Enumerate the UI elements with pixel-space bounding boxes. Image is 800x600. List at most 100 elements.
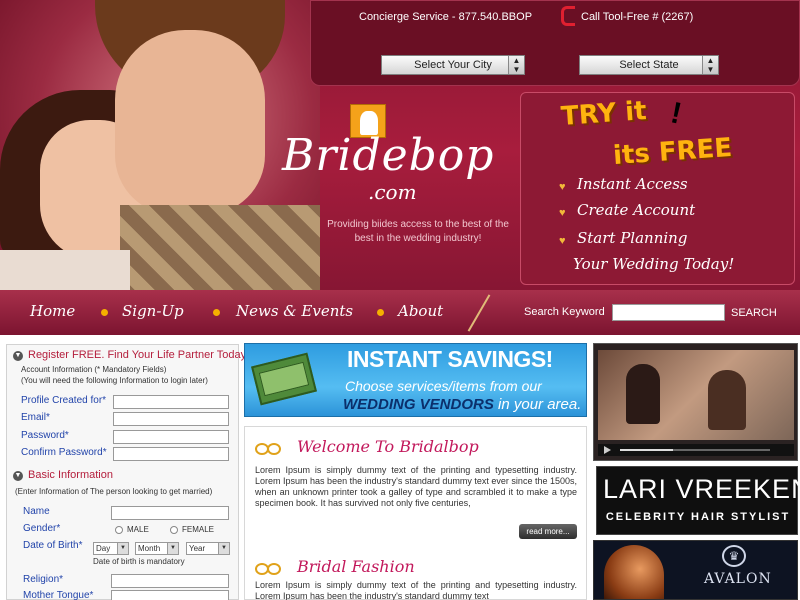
profile-created-label: Profile Created for* — [21, 395, 107, 406]
mother-tongue-field[interactable] — [111, 590, 229, 600]
gender-label: Gender* — [23, 523, 61, 534]
heart-bullet-icon: ♥ — [559, 207, 566, 219]
chevron-down-icon: ▼ — [218, 543, 229, 554]
promo-item: Create Account — [577, 201, 696, 219]
religion-label: Religion* — [23, 574, 64, 585]
banner-line-1: Choose services/items from our — [345, 378, 542, 394]
updown-arrow-icon: ▲ ▼ — [508, 56, 524, 74]
heart-bullet-icon: ♥ — [559, 181, 566, 193]
wedding-rings-icon — [255, 561, 285, 577]
nav-home[interactable]: Home — [30, 302, 75, 320]
top-contact-bar: Concierge Service - 877.540.BBOP Call To… — [310, 0, 800, 86]
site-logo-domain: .com — [368, 180, 417, 204]
banner-vendors-text: WEDDING VENDORS — [343, 396, 494, 413]
basic-info-heading: ▼ Basic Information — [13, 469, 113, 481]
content-panel: Welcome To Bridalbop Lorem Ipsum is simp… — [244, 426, 587, 600]
heart-bullet-icon: ♥ — [559, 235, 566, 247]
search-label: Search Keyword — [524, 306, 605, 318]
chevron-down-icon: ▼ — [117, 543, 128, 554]
name-label: Name — [23, 506, 50, 517]
promo-item: Start Planning — [577, 229, 688, 247]
dob-day-value: Day — [96, 544, 111, 553]
registration-form: ▼ Register FREE. Find Your Life Partner T… — [6, 344, 249, 600]
dob-month-select[interactable]: Month ▼ — [135, 542, 179, 555]
profile-created-field[interactable] — [113, 395, 229, 409]
promo-item: Instant Access — [577, 175, 688, 193]
confirm-password-field[interactable] — [113, 447, 229, 461]
search-input[interactable] — [612, 304, 725, 321]
video-player[interactable] — [593, 343, 798, 461]
phone-icon — [561, 6, 575, 26]
tagline: Providing biides access to the best of t… — [327, 219, 509, 244]
account-info-heading: Account Information (* Mandatory Fields) — [21, 365, 167, 374]
updown-arrow-icon: ▲ ▼ — [702, 56, 718, 74]
its-free-heading: its FREE — [612, 132, 734, 172]
city-select[interactable]: Select Your City ▲ ▼ — [381, 55, 525, 75]
nav-sign-up[interactable]: Sign-Up — [122, 302, 184, 320]
name-field[interactable] — [111, 506, 229, 520]
try-free-promo[interactable]: TRY it ! its FREE ♥ Instant Access ♥ Cre… — [520, 92, 795, 285]
welcome-title: Welcome To Bridalbop — [297, 437, 479, 456]
money-stack-icon — [251, 352, 317, 406]
avalon-brand: AVALON — [704, 571, 772, 587]
dob-year-select[interactable]: Year ▼ — [186, 542, 230, 555]
hero-couple-photo — [0, 0, 320, 295]
chevron-down-icon: ▼ — [167, 543, 178, 554]
wedding-rings-icon — [255, 441, 285, 457]
model-photo — [604, 545, 664, 599]
gender-female-radio[interactable] — [170, 526, 178, 534]
city-select-value: Select Your City — [414, 59, 492, 71]
basic-info-note: (Enter Information of The person looking… — [15, 487, 213, 496]
email-label: Email* — [21, 412, 50, 423]
dob-day-select[interactable]: Day ▼ — [93, 542, 129, 555]
bridal-fashion-text: Lorem Ipsum is simply dummy text of the … — [255, 580, 577, 600]
site-logo[interactable]: Bridebop — [282, 130, 494, 181]
chevron-down-icon: ▼ — [13, 471, 23, 481]
exclamation-icon: ! — [667, 96, 685, 131]
instant-savings-banner[interactable]: INSTANT SAVINGS! Choose services/items f… — [244, 343, 587, 417]
state-select[interactable]: Select State ▲ ▼ — [579, 55, 719, 75]
search-button[interactable]: SEARCH — [731, 307, 777, 319]
dob-year-value: Year — [189, 544, 206, 553]
account-info-note: (You will need the following Information… — [21, 376, 208, 385]
dob-label: Date of Birth* — [23, 540, 83, 551]
gender-male-label: MALE — [127, 525, 149, 534]
banner-headline: INSTANT SAVINGS! — [347, 346, 553, 372]
password-field[interactable] — [113, 430, 229, 444]
concierge-phone[interactable]: Concierge Service - 877.540.BBOP — [359, 11, 532, 23]
try-it-heading: TRY it — [560, 96, 648, 132]
video-thumbnail — [598, 350, 794, 440]
tollfree-phone[interactable]: Call Tool-Free # (2267) — [581, 11, 693, 23]
dob-note: Date of birth is mandatory — [93, 557, 185, 566]
avalon-ad[interactable]: ♛ AVALON — [593, 540, 798, 600]
banner-area-text: in your area. — [493, 396, 582, 413]
nav-about[interactable]: About — [398, 302, 443, 320]
nav-dot-icon — [101, 309, 108, 316]
video-progress-bar[interactable] — [620, 449, 770, 451]
read-more-button[interactable]: read more... — [519, 524, 577, 539]
play-icon[interactable] — [604, 446, 611, 454]
promo-item: Your Wedding Today! — [573, 255, 735, 273]
site-header: Concierge Service - 877.540.BBOP Call To… — [0, 0, 800, 335]
banner-line-2: WEDDING VENDORS in your area. — [343, 396, 581, 413]
state-select-value: Select State — [619, 59, 679, 71]
chevron-down-icon: ▼ — [13, 351, 23, 361]
crown-icon: ♛ — [722, 545, 746, 567]
password-label: Password* — [21, 430, 69, 441]
lari-vreeken-subtitle: CELEBRITY HAIR STYLIST — [605, 511, 791, 523]
gender-male-radio[interactable] — [115, 526, 123, 534]
register-heading: ▼ Register FREE. Find Your Life Partner T… — [13, 349, 250, 361]
video-controls — [598, 444, 794, 456]
religion-field[interactable] — [111, 574, 229, 588]
nav-dot-icon — [213, 309, 220, 316]
mother-tongue-label: Mother Tongue* — [23, 590, 94, 600]
welcome-text: Lorem Ipsum is simply dummy text of the … — [255, 465, 577, 508]
email-field[interactable] — [113, 412, 229, 426]
gender-female-label: FEMALE — [182, 525, 215, 534]
lari-vreeken-ad[interactable]: LARI VREEKEN CELEBRITY HAIR STYLIST — [596, 466, 800, 535]
lari-vreeken-name: LARI VREEKEN — [603, 474, 800, 504]
dob-month-value: Month — [138, 544, 161, 553]
nav-dot-icon — [377, 309, 384, 316]
confirm-password-label: Confirm Password* — [21, 447, 107, 458]
nav-news-events[interactable]: News & Events — [236, 302, 353, 320]
